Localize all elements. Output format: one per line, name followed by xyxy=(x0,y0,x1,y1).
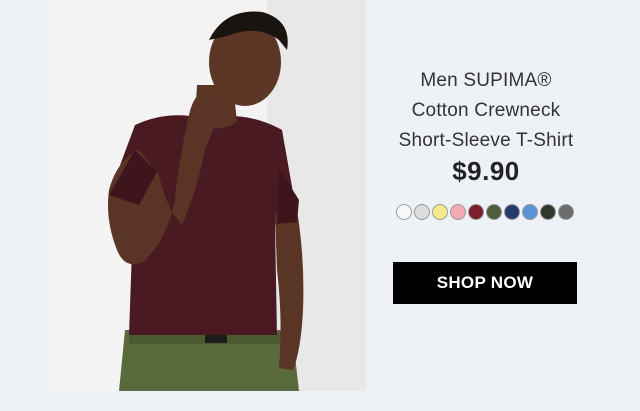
color-swatch-olive[interactable] xyxy=(486,204,502,220)
product-info: Men SUPIMA® Cotton Crewneck Short-Sleeve… xyxy=(366,0,606,391)
color-swatch-wine[interactable] xyxy=(468,204,484,220)
shop-now-button[interactable]: SHOP NOW xyxy=(393,262,577,304)
model-illustration xyxy=(47,0,366,391)
color-swatch-pink[interactable] xyxy=(450,204,466,220)
product-price: $9.90 xyxy=(452,156,520,186)
color-swatch-blue[interactable] xyxy=(522,204,538,220)
color-swatch-light-gray[interactable] xyxy=(414,204,430,220)
color-swatch-yellow[interactable] xyxy=(432,204,448,220)
product-title[interactable]: Men SUPIMA® Cotton Crewneck Short-Sleeve… xyxy=(366,66,606,156)
color-swatch-navy[interactable] xyxy=(504,204,520,220)
color-swatch-white[interactable] xyxy=(396,204,412,220)
color-swatch-gray[interactable] xyxy=(558,204,574,220)
product-photo[interactable] xyxy=(47,0,366,391)
color-swatch-dark-olive[interactable] xyxy=(540,204,556,220)
product-title-line: Cotton Crewneck xyxy=(411,100,561,121)
product-title-line: Short-Sleeve T-Shirt xyxy=(398,130,574,151)
color-swatches xyxy=(396,204,574,220)
product-title-line: Men SUPIMA® xyxy=(420,70,552,91)
